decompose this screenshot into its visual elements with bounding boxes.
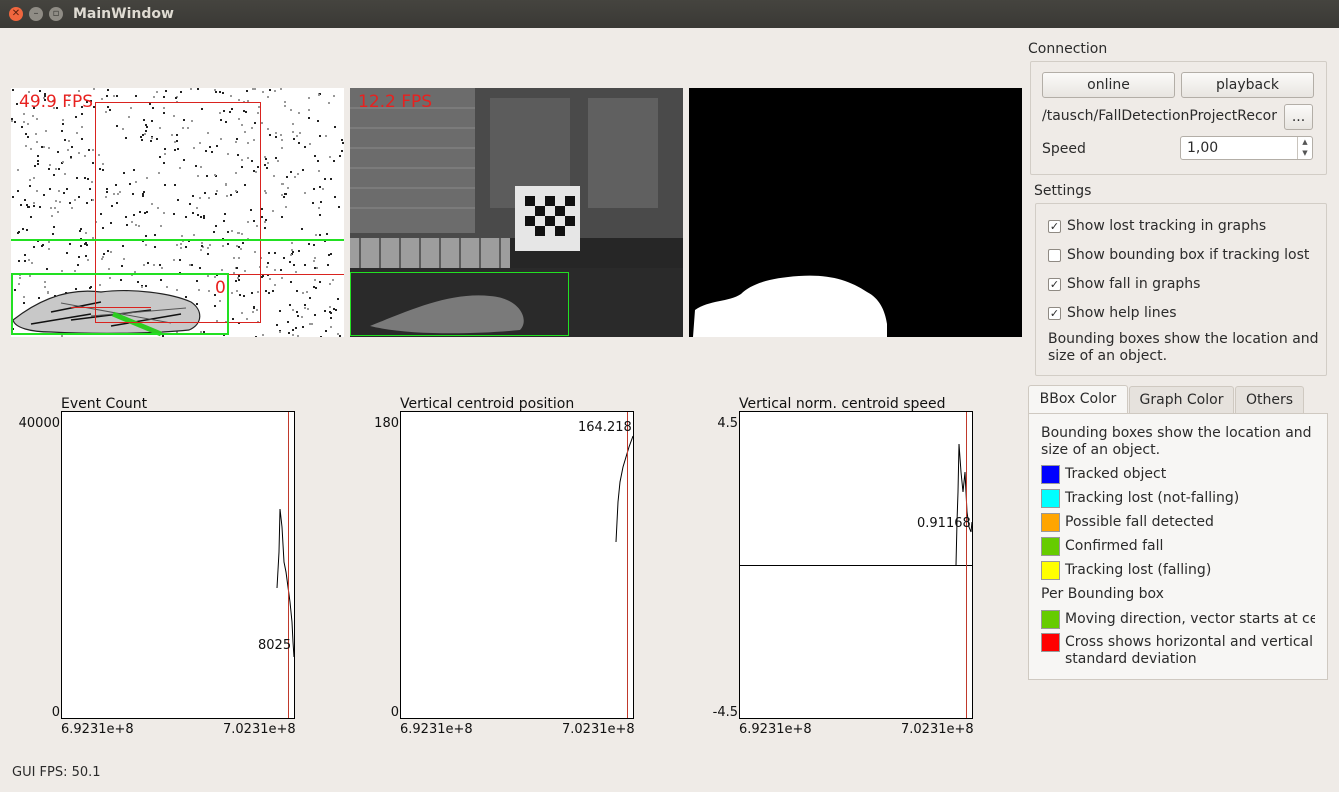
event-count-label: 0 xyxy=(215,278,226,298)
graph-value-label: 8025 xyxy=(258,638,292,653)
color-swatch-tracked[interactable] xyxy=(1041,465,1060,484)
graph-xmin: 6.9231e+8 xyxy=(400,722,473,737)
speed-spinbox[interactable]: 1,00 ▲ ▼ xyxy=(1180,136,1313,160)
graph-centroid-position: 164.218 xyxy=(400,411,634,719)
graph-xmax: 7.0231e+8 xyxy=(901,722,974,737)
legend-label: Possible fall detected xyxy=(1065,514,1214,530)
checkbox-label: Show fall in graphs xyxy=(1067,276,1201,292)
show-lost-tracking-checkbox[interactable]: ✓ xyxy=(1048,220,1061,233)
checkbox-label: Show help lines xyxy=(1067,305,1177,321)
camera-view: 12.2 FPS xyxy=(350,88,683,337)
legend-label: Confirmed fall xyxy=(1065,538,1164,554)
event-camera-view: 49.9 FPS 0 xyxy=(11,88,344,337)
online-button[interactable]: online xyxy=(1042,72,1175,98)
graph-ymin: 0 xyxy=(51,705,60,720)
graph-title-centroid-speed: Vertical norm. centroid speed xyxy=(739,396,946,412)
camera-bounding-box xyxy=(350,272,569,336)
graph-xmax: 7.0231e+8 xyxy=(562,722,635,737)
help-line-green xyxy=(11,239,344,241)
connection-title: Connection xyxy=(1028,41,1108,57)
settings-note: Bounding boxes show the location and siz… xyxy=(1048,331,1319,364)
current-time-line xyxy=(966,412,967,718)
settings-title: Settings xyxy=(1034,183,1092,199)
checkbox-label: Show lost tracking in graphs xyxy=(1067,218,1267,234)
graph-xmin: 6.9231e+8 xyxy=(739,722,812,737)
minimize-icon[interactable]: – xyxy=(29,7,43,21)
tab-graph-color[interactable]: Graph Color xyxy=(1129,386,1234,413)
checkbox-label: Show bounding box if tracking lost xyxy=(1067,247,1310,263)
foreground-mask-view xyxy=(689,88,1022,337)
graph-ymin: 0 xyxy=(390,705,399,720)
window-title: MainWindow xyxy=(73,6,174,22)
legend-label: Tracking lost (not-falling) xyxy=(1065,490,1240,506)
color-swatch-confirmed-fall[interactable] xyxy=(1041,537,1060,556)
event-fall-box xyxy=(11,273,229,335)
std-cross-horizontal xyxy=(71,307,151,308)
playback-button[interactable]: playback xyxy=(1181,72,1314,98)
gui-fps-status: GUI FPS: 50.1 xyxy=(12,765,101,780)
show-help-lines-checkbox[interactable]: ✓ xyxy=(1048,307,1061,320)
show-fall-checkbox[interactable]: ✓ xyxy=(1048,278,1061,291)
event-fps-label: 49.9 FPS xyxy=(19,92,94,112)
bbox-intro: Bounding boxes show the location and siz… xyxy=(1041,425,1312,458)
window-titlebar: ✕ – ▫ MainWindow xyxy=(0,0,1339,28)
current-time-line xyxy=(627,412,628,718)
graph-centroid-speed: 0.91168 xyxy=(739,411,973,719)
maximize-icon[interactable]: ▫ xyxy=(49,7,63,21)
mask-image xyxy=(693,275,887,337)
graph-event-count: 8025 xyxy=(61,411,295,719)
graph-ymax: 4.5 xyxy=(717,416,738,431)
tab-others[interactable]: Others xyxy=(1235,386,1304,413)
close-icon[interactable]: ✕ xyxy=(9,7,23,21)
per-bbox-heading: Per Bounding box xyxy=(1041,586,1164,602)
legend-label: Moving direction, vector starts at cen xyxy=(1065,611,1315,627)
graph-value-label: 164.218 xyxy=(578,420,632,435)
camera-fps-label: 12.2 FPS xyxy=(358,92,433,112)
tab-bbox-color[interactable]: BBox Color xyxy=(1028,385,1128,414)
speed-value: 1,00 xyxy=(1187,140,1219,156)
graph-title-centroid-position: Vertical centroid position xyxy=(400,396,575,412)
legend-label: Cross shows horizontal and vertical stan… xyxy=(1065,634,1314,667)
spin-down-icon[interactable]: ▼ xyxy=(1297,148,1312,159)
legend-label: Tracking lost (falling) xyxy=(1065,562,1212,578)
graph-xmin: 6.9231e+8 xyxy=(61,722,134,737)
current-time-line xyxy=(288,412,289,718)
speed-label: Speed xyxy=(1042,141,1086,157)
graph-title-event-count: Event Count xyxy=(61,396,148,412)
color-swatch-cross[interactable] xyxy=(1041,633,1060,652)
color-swatch-possible-fall[interactable] xyxy=(1041,513,1060,532)
graph-ymax: 180 xyxy=(374,416,399,431)
legend-label: Tracked object xyxy=(1065,466,1167,482)
graph-ymax: 40000 xyxy=(18,416,60,431)
graph-curve xyxy=(615,435,633,543)
color-swatch-lost-falling[interactable] xyxy=(1041,561,1060,580)
browse-button[interactable]: ... xyxy=(1284,104,1313,130)
graph-curve xyxy=(276,508,294,658)
recording-path: /tausch/FallDetectionProjectRecor xyxy=(1042,108,1278,124)
show-bbox-if-lost-checkbox[interactable] xyxy=(1048,249,1061,262)
color-swatch-lost-not-falling[interactable] xyxy=(1041,489,1060,508)
spin-up-icon[interactable]: ▲ xyxy=(1297,137,1312,148)
graph-curve xyxy=(955,443,972,566)
graph-ymin: -4.5 xyxy=(712,705,738,720)
graph-value-label: 0.91168 xyxy=(917,516,971,531)
graph-xmax: 7.0231e+8 xyxy=(223,722,296,737)
color-swatch-moving-direction[interactable] xyxy=(1041,610,1060,629)
